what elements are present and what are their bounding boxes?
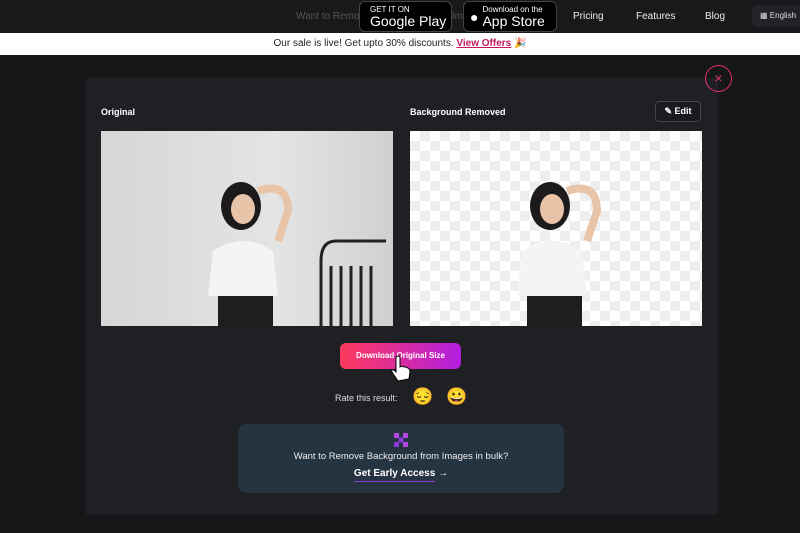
original-label: Original (101, 107, 136, 117)
hangers (319, 239, 386, 326)
view-offers-link[interactable]: View Offers (456, 38, 511, 49)
pencil-icon: ✎ (664, 106, 675, 116)
nav-blog[interactable]: Blog (705, 11, 725, 22)
rate-bad-button[interactable]: 😔 (412, 387, 433, 407)
person-figure (517, 182, 602, 326)
rate-label: Rate this result: (335, 393, 398, 403)
google-play-button[interactable]: GET IT ON Google Play (359, 1, 452, 32)
sale-banner: Our sale is live! Get upto 30% discounts… (0, 33, 800, 55)
bulk-logo-icon (394, 433, 408, 447)
arrow-right-icon: → (438, 468, 449, 479)
close-button[interactable]: × (705, 65, 732, 92)
removed-background-image (410, 131, 702, 326)
rate-good-button[interactable]: 😀 (446, 387, 467, 407)
person-figure (208, 182, 293, 326)
language-selector[interactable]: ▦ English (752, 5, 800, 27)
get-early-access-link[interactable]: Get Early Access → (238, 468, 564, 482)
nav-features[interactable]: Features (636, 11, 675, 22)
removed-label: Background Removed (410, 107, 506, 117)
nav-pricing[interactable]: Pricing (573, 11, 604, 22)
hand-cursor-icon (391, 355, 411, 382)
bulk-text: Want to Remove Background from Images in… (293, 451, 509, 462)
bulk-card: Want to Remove Background from Images in… (238, 424, 564, 493)
app-store-button[interactable]: ● Download on the App Store (463, 1, 557, 32)
apple-icon: ● (470, 8, 479, 25)
original-image (101, 131, 393, 326)
party-icon: 🎉 (514, 38, 527, 49)
top-nav: Want to Remove Background from Images GE… (0, 0, 800, 33)
uk-flag-icon: ▦ (760, 11, 770, 20)
edit-button[interactable]: ✎ Edit (655, 101, 701, 122)
